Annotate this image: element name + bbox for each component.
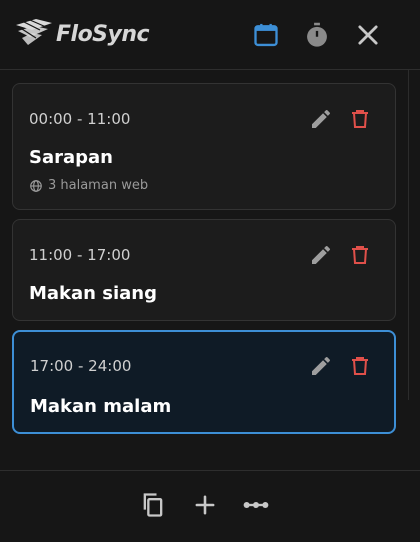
schedule-time: 00:00 - 11:00 xyxy=(29,110,131,128)
schedule-title: Makan siang xyxy=(29,283,157,304)
delete-icon[interactable] xyxy=(348,354,372,378)
more-icon[interactable] xyxy=(242,491,270,519)
app-title: FloSync xyxy=(56,22,150,47)
schedule-card[interactable]: 00:00 - 11:00 Sarapan 3 halaman web xyxy=(12,83,396,210)
schedule-time: 17:00 - 24:00 xyxy=(30,357,132,375)
edit-icon[interactable] xyxy=(309,107,333,131)
flosync-logo-icon xyxy=(16,19,52,45)
timer-icon[interactable] xyxy=(303,21,331,49)
edit-icon[interactable] xyxy=(309,354,333,378)
schedule-card[interactable]: 11:00 - 17:00 Makan siang xyxy=(12,219,396,321)
calendar-icon[interactable] xyxy=(252,21,280,49)
schedule-card-active[interactable]: 17:00 - 24:00 Makan malam xyxy=(12,330,396,434)
delete-icon[interactable] xyxy=(348,107,372,131)
add-icon[interactable] xyxy=(191,491,219,519)
scrollbar-track[interactable] xyxy=(408,70,409,400)
globe-icon xyxy=(30,179,42,192)
close-icon[interactable] xyxy=(354,21,382,49)
footer-toolbar xyxy=(0,470,420,542)
schedule-time: 11:00 - 17:00 xyxy=(29,246,131,264)
edit-icon[interactable] xyxy=(309,243,333,267)
delete-icon[interactable] xyxy=(348,243,372,267)
schedule-meta: 3 halaman web xyxy=(29,178,148,193)
app-header: FloSync xyxy=(0,0,420,70)
schedule-title: Sarapan xyxy=(29,147,113,168)
schedule-meta-text: 3 halaman web xyxy=(48,178,149,193)
copy-icon[interactable] xyxy=(139,491,167,519)
schedule-title: Makan malam xyxy=(30,396,172,417)
